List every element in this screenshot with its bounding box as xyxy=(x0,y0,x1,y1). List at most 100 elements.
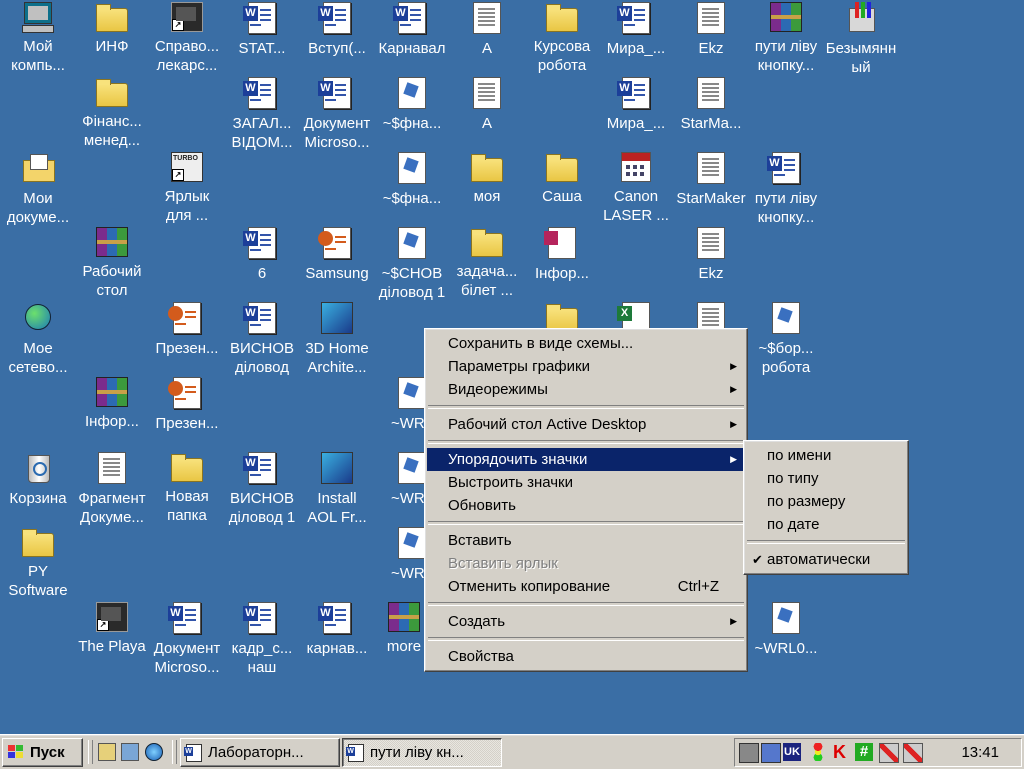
submenu-by-date[interactable]: по дате xyxy=(746,513,906,536)
desktop-icon-a2[interactable]: А xyxy=(449,77,525,133)
icon-label: 3D Home Archite... xyxy=(305,340,369,376)
submenu-auto-arrange[interactable]: ✔ автоматически xyxy=(746,548,906,571)
menu-arrange-icons[interactable]: Упорядочить значки ▶ xyxy=(427,448,745,471)
word-document-icon xyxy=(168,602,201,634)
desktop-icon-ekz2[interactable]: Ekz xyxy=(673,227,749,283)
desktop-icon-aol[interactable]: Install AOL Fr... xyxy=(299,452,375,527)
desktop-icon-samsung[interactable]: Samsung xyxy=(299,227,375,283)
menu-save-as-scheme[interactable]: Сохранить в виде схемы... xyxy=(427,332,745,355)
desktop-icon-six[interactable]: 6 xyxy=(224,227,300,283)
desktop-icon-infor2[interactable]: Інфор... xyxy=(74,377,150,431)
desktop-icon-finans[interactable]: Фінанс... менед... xyxy=(74,77,150,150)
menu-active-desktop[interactable]: Рабочий стол Active Desktop ▶ xyxy=(427,413,745,436)
menu-undo-copy[interactable]: Отменить копирование Ctrl+Z xyxy=(427,575,745,598)
word-document-icon xyxy=(243,302,276,334)
desktop-icon-py-software[interactable]: PY Software xyxy=(0,527,76,600)
outlook-express-icon[interactable] xyxy=(121,743,139,761)
desktop-icon-playa[interactable]: ↗ The Playa xyxy=(74,602,150,656)
desktop-icon-ekz[interactable]: Ekz xyxy=(673,2,749,58)
desktop-icon-inf[interactable]: ИНФ xyxy=(74,2,150,56)
desktop-icon-canon[interactable]: Canon LASER ... xyxy=(598,152,674,225)
icon-label: моя xyxy=(473,188,501,205)
menu-graphics-options[interactable]: Параметры графики ▶ xyxy=(427,355,745,378)
disconnected-network-icon[interactable] xyxy=(879,743,899,763)
desktop-icon-prezen2[interactable]: Презен... xyxy=(149,377,225,433)
desktop-icon-starmaker[interactable]: StarMaker xyxy=(673,152,749,208)
desktop-icon-starma[interactable]: StarMa... xyxy=(673,77,749,133)
desktop-icon-kursova[interactable]: Курсова робота xyxy=(524,2,600,75)
desktop-icon-rabochiy-stol[interactable]: Рабочий стол xyxy=(74,227,150,300)
toolbar-grip[interactable] xyxy=(172,740,177,764)
submenu-by-type[interactable]: по типу xyxy=(746,467,906,490)
desktop-icon-home3d[interactable]: 3D Home Archite... xyxy=(299,302,375,377)
submenu-arrow-icon: ▶ xyxy=(730,384,737,394)
desktop-icon-zagal[interactable]: ЗАГАЛ... ВІДОМ... xyxy=(224,77,300,152)
desktop-icon-a[interactable]: А xyxy=(449,2,525,58)
desktop-icon-vysnov2[interactable]: ВИСНОВ діловод 1 xyxy=(224,452,300,527)
network-tray-icon[interactable] xyxy=(739,743,759,763)
desktop-icon-network[interactable]: Мое сетево... xyxy=(0,302,76,377)
desktop-icon-snov[interactable]: ~$СНОВ діловод 1 xyxy=(374,227,450,302)
desktop-icon-vysnov1[interactable]: ВИСНОВ діловод xyxy=(224,302,300,377)
desktop-icon-document2[interactable]: Документ Microso... xyxy=(149,602,225,677)
menu-item-label: Видеорежимы xyxy=(448,381,548,398)
desktop-icon-turbo[interactable]: ↗ Ярлык для ... xyxy=(149,152,225,225)
desktop-icon-mira2[interactable]: Мира_... xyxy=(598,77,674,133)
desktop-icon-wrl0[interactable]: ~WRL0... xyxy=(748,602,824,658)
desktop-icon-puti[interactable]: пути ліву кнопку... xyxy=(748,2,824,75)
desktop-icon-mira[interactable]: Мира_... xyxy=(598,2,674,58)
windows-logo-icon xyxy=(8,745,24,759)
desktop-icon-prezen1[interactable]: Презен... xyxy=(149,302,225,358)
submenu-arrow-icon: ▶ xyxy=(730,361,737,371)
clock[interactable]: 13:41 xyxy=(961,739,999,766)
kaspersky-icon[interactable]: K xyxy=(833,743,851,761)
volume-tray-icon[interactable] xyxy=(761,743,781,763)
desktop-icon-fbor[interactable]: ~$бор... робота xyxy=(748,302,824,377)
menu-video-modes[interactable]: Видеорежимы ▶ xyxy=(427,378,745,401)
taskbar-button-puti[interactable]: пути ліву кн... xyxy=(342,738,502,767)
desktop-icon-vstup[interactable]: Вступ(... xyxy=(299,2,375,58)
desktop-icon-fragment[interactable]: Фрагмент Докуме... xyxy=(74,452,150,527)
desktop-icon-zadacha[interactable]: задача... білет ... xyxy=(449,227,525,300)
desktop-icon-fna[interactable]: ~$фна... xyxy=(374,77,450,133)
menu-paste[interactable]: Вставить xyxy=(427,529,745,552)
show-desktop-icon[interactable] xyxy=(98,743,116,761)
desktop-icon-my-documents[interactable]: Мои докуме... xyxy=(0,152,76,227)
menu-item-label: Упорядочить значки xyxy=(448,451,588,468)
desktop-icon-my-computer[interactable]: Мой компь... xyxy=(0,2,76,75)
toolbar-grip[interactable] xyxy=(88,740,93,764)
submenu-by-size[interactable]: по размеру xyxy=(746,490,906,513)
desktop-icon-bezymyannyi[interactable]: Безымянн ый xyxy=(823,2,899,77)
taskbar-button-laboratorna[interactable]: Лабораторн... xyxy=(180,738,340,767)
submenu-by-name[interactable]: по имени xyxy=(746,444,906,467)
traffic-light-icon[interactable] xyxy=(809,743,827,761)
desktop-icon-new-folder[interactable]: Новая папка xyxy=(149,452,225,525)
menu-item-label: Вставить ярлык xyxy=(448,555,558,572)
desktop-icon-karnaval[interactable]: Карнавал xyxy=(374,2,450,58)
desktop-icon-spravochnik[interactable]: ↗ Справо... лекарс... xyxy=(149,2,225,75)
hash-tray-icon[interactable]: # xyxy=(855,743,873,761)
desktop-icon-sasha[interactable]: Саша xyxy=(524,152,600,206)
desktop-icon-recycle-bin[interactable]: Корзина xyxy=(0,452,76,508)
menu-item-label: Выстроить значки xyxy=(448,474,574,491)
program-icon: ↗ xyxy=(96,602,128,632)
menu-line-up-icons[interactable]: Выстроить значки xyxy=(427,471,745,494)
desktop-icon-stat[interactable]: STAT... xyxy=(224,2,300,58)
desktop-icon-moya[interactable]: моя xyxy=(449,152,525,206)
desktop-icon-kadr[interactable]: кадр_с... наш xyxy=(224,602,300,677)
desktop-icon-puti2[interactable]: пути ліву кнопку... xyxy=(748,152,824,227)
menu-properties[interactable]: Свойства xyxy=(427,645,745,668)
language-indicator[interactable]: UK xyxy=(783,743,801,761)
desktop-icon-document[interactable]: Документ Microso... xyxy=(299,77,375,152)
menu-refresh[interactable]: Обновить xyxy=(427,494,745,517)
desktop[interactable]: Мой компь... ИНФ ↗ Справо... лекарс... ST… xyxy=(0,0,1024,734)
desktop-icon-karnav2[interactable]: карнав... xyxy=(299,602,375,658)
start-button[interactable]: Пуск xyxy=(2,738,83,767)
menu-new[interactable]: Создать ▶ xyxy=(427,610,745,633)
disconnected-network-icon-2[interactable] xyxy=(903,743,923,763)
desktop-icon-fna2[interactable]: ~$фна... xyxy=(374,152,450,208)
desktop-icon-infor[interactable]: Інфор... xyxy=(524,227,600,283)
word-document-icon xyxy=(243,2,276,34)
icon-label: Ярлык для ... xyxy=(164,188,210,224)
internet-explorer-icon[interactable] xyxy=(145,743,163,761)
